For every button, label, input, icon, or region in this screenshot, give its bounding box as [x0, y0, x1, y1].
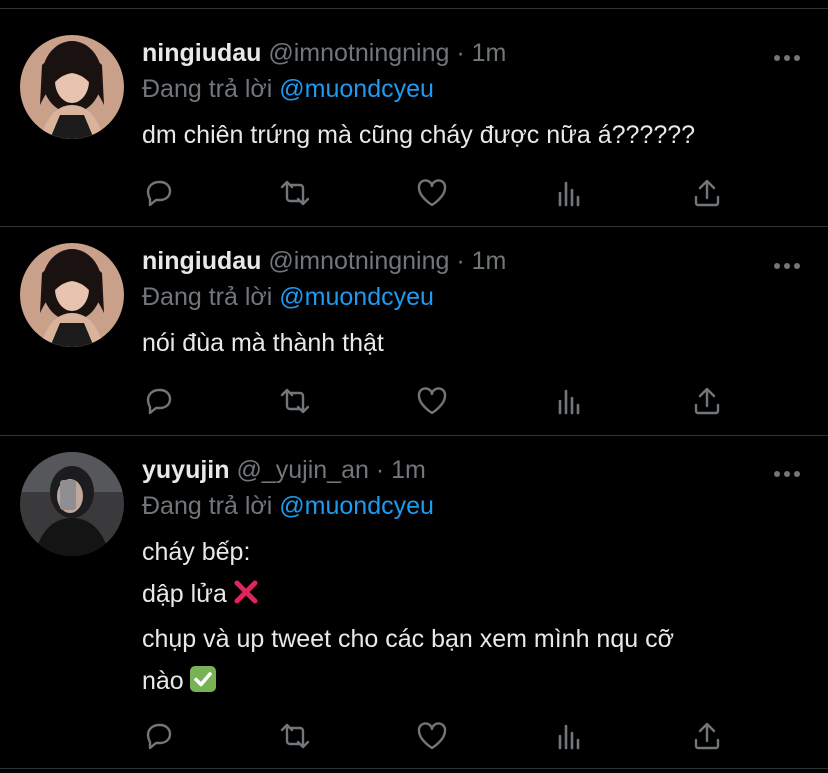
reply-prefix: Đang trả lời [142, 75, 273, 103]
reply-button[interactable] [140, 175, 176, 211]
analytics-icon [558, 724, 580, 750]
display-name[interactable]: ningiudau [142, 247, 261, 275]
tweet-actions [140, 175, 740, 211]
share-button[interactable] [689, 718, 725, 754]
reply-context: Đang trả lời @muondcyeu [142, 490, 434, 522]
tweet-header: ningiudau @imnotningning · 1m [142, 245, 506, 277]
divider [0, 768, 828, 769]
retweet-icon [280, 723, 310, 749]
reply-context: Đang trả lời @muondcyeu [142, 73, 434, 105]
share-icon [694, 722, 720, 750]
retweet-icon [280, 180, 310, 206]
tweet-text-line-content: nào [142, 667, 184, 695]
heart-icon [417, 722, 447, 750]
views-button[interactable] [552, 175, 588, 211]
views-button[interactable] [552, 383, 588, 419]
more-options-button[interactable] [773, 258, 801, 269]
tweet-text-line-content: dập lửa [142, 580, 227, 608]
tweet-header: ningiudau @imnotningning · 1m [142, 37, 506, 69]
tweet-header: yuyujin @_yujin_an · 1m [142, 454, 426, 486]
like-button[interactable] [414, 383, 450, 419]
more-options-button[interactable] [773, 50, 801, 61]
tweet[interactable]: ningiudau @imnotningning · 1m Đang trả l… [0, 9, 828, 226]
more-icon [774, 55, 800, 61]
tweet-text-line: dập lửa [142, 572, 674, 619]
tweet-text-line: chụp và up tweet cho các bạn xem mình nq… [142, 625, 674, 653]
user-handle[interactable]: @imnotningning [268, 39, 449, 67]
reply-button[interactable] [140, 718, 176, 754]
share-button[interactable] [689, 175, 725, 211]
reply-icon [146, 723, 172, 750]
timestamp[interactable]: 1m [472, 247, 507, 275]
tweet-text: nói đùa mà thành thật [142, 323, 384, 363]
tweet-actions [140, 718, 740, 754]
retweet-icon [280, 388, 310, 414]
reply-mention-link[interactable]: @muondcyeu [279, 492, 434, 520]
cross-mark-emoji [233, 575, 259, 619]
reply-prefix: Đang trả lời [142, 492, 273, 520]
more-icon [774, 471, 800, 477]
like-button[interactable] [414, 718, 450, 754]
retweet-button[interactable] [277, 718, 313, 754]
reply-mention-link[interactable]: @muondcyeu [279, 283, 434, 311]
reply-icon [146, 388, 172, 415]
separator: · [375, 456, 385, 484]
timestamp[interactable]: 1m [472, 39, 507, 67]
views-button[interactable] [552, 718, 588, 754]
tweet-text-line: nào [142, 659, 674, 706]
tweet-text-line: cháy bếp: [142, 538, 251, 566]
avatar[interactable] [20, 35, 124, 139]
reply-context: Đang trả lời @muondcyeu [142, 281, 434, 313]
avatar[interactable] [20, 243, 124, 347]
user-handle[interactable]: @_yujin_an [236, 456, 368, 484]
display-name[interactable]: yuyujin [142, 456, 230, 484]
more-icon [774, 263, 800, 269]
separator: · [456, 39, 465, 67]
share-icon [694, 179, 720, 207]
retweet-button[interactable] [277, 383, 313, 419]
reply-prefix: Đang trả lời [142, 283, 273, 311]
user-handle[interactable]: @imnotningning [268, 247, 449, 275]
tweet[interactable]: ningiudau @imnotningning · 1m Đang trả l… [0, 227, 828, 435]
heart-icon [417, 387, 447, 415]
more-options-button[interactable] [773, 466, 801, 477]
tweet-text-line: dm chiên trứng mà cũng cháy được nữa á??… [142, 121, 696, 149]
heart-icon [417, 179, 447, 207]
reply-icon [146, 180, 172, 207]
check-mark-emoji [189, 662, 216, 706]
tweet-text: dm chiên trứng mà cũng cháy được nữa á??… [142, 115, 695, 155]
share-button[interactable] [689, 383, 725, 419]
avatar[interactable] [20, 452, 124, 556]
retweet-button[interactable] [277, 175, 313, 211]
tweet-text: cháy bếp: dập lửa chụp và up tweet cho c… [142, 532, 674, 706]
tweet-actions [140, 383, 740, 419]
tweet-text-line: nói đùa mà thành thật [142, 329, 384, 357]
timestamp[interactable]: 1m [391, 456, 426, 484]
share-icon [694, 387, 720, 415]
analytics-icon [558, 181, 580, 207]
like-button[interactable] [414, 175, 450, 211]
display-name[interactable]: ningiudau [142, 39, 261, 67]
reply-mention-link[interactable]: @muondcyeu [279, 75, 434, 103]
tweet[interactable]: yuyujin @_yujin_an · 1m Đang trả lời @mu… [0, 436, 828, 768]
separator: · [456, 247, 465, 275]
reply-button[interactable] [140, 383, 176, 419]
analytics-icon [558, 389, 580, 415]
